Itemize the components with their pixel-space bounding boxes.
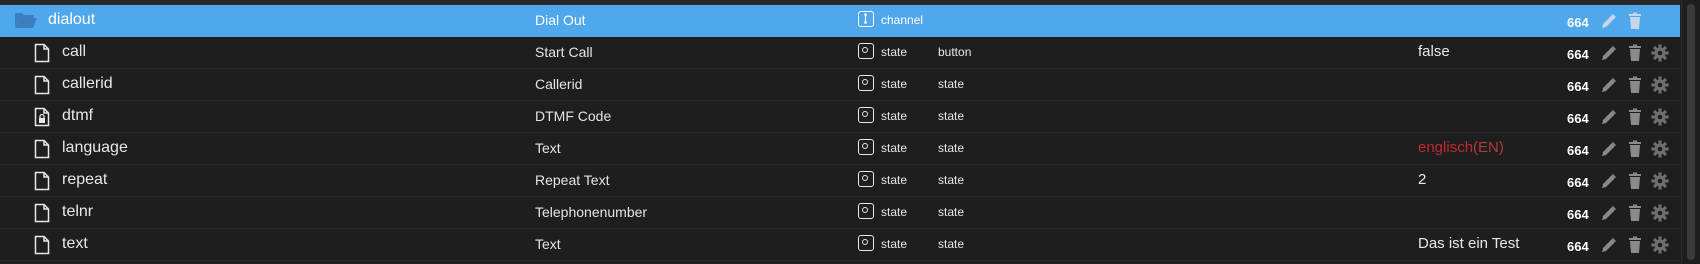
object-type: state xyxy=(881,141,908,155)
gear-icon[interactable] xyxy=(1651,172,1669,190)
tree-row-dtmf[interactable]: dtmf DTMF Code state state 664 xyxy=(0,101,1680,133)
object-role: state xyxy=(938,77,965,91)
tree-row-telnr[interactable]: telnr Telephonenumber state state 664 xyxy=(0,197,1680,229)
object-value[interactable]: false xyxy=(1418,43,1450,60)
edit-icon[interactable] xyxy=(1600,108,1618,126)
tree-row-language[interactable]: language Text state state englisch(EN) 6… xyxy=(0,133,1680,165)
state-type-icon xyxy=(858,235,874,251)
permissions-value: 664 xyxy=(1567,15,1589,30)
permissions-value: 664 xyxy=(1567,239,1589,254)
object-type: state xyxy=(881,109,908,123)
object-role: state xyxy=(938,141,965,155)
file-lock-icon xyxy=(34,107,54,127)
delete-icon[interactable] xyxy=(1626,172,1644,190)
object-id[interactable]: telnr xyxy=(62,203,93,221)
object-description: Text xyxy=(535,140,561,156)
edit-icon[interactable] xyxy=(1600,140,1618,158)
tree-row-dialout[interactable]: dialout Dial Out channel 664 xyxy=(0,5,1680,37)
state-type-icon xyxy=(858,75,874,91)
object-description: Repeat Text xyxy=(535,172,610,188)
state-type-icon xyxy=(858,203,874,219)
object-value[interactable]: englisch(EN) xyxy=(1418,139,1504,156)
state-type-icon xyxy=(858,139,874,155)
tree-row-call[interactable]: call Start Call state button false 664 xyxy=(0,37,1680,69)
object-description: Dial Out xyxy=(535,12,586,28)
object-type: state xyxy=(881,45,908,59)
state-type-icon xyxy=(858,171,874,187)
object-description: Start Call xyxy=(535,44,593,60)
delete-icon[interactable] xyxy=(1626,76,1644,94)
state-type-icon xyxy=(858,43,874,59)
permissions-value: 664 xyxy=(1567,47,1589,62)
object-id[interactable]: dtmf xyxy=(62,107,93,125)
object-description: DTMF Code xyxy=(535,108,612,124)
value-state-suffix: (EN) xyxy=(1473,139,1504,156)
gear-icon[interactable] xyxy=(1651,44,1669,62)
file-icon xyxy=(34,75,54,95)
scrollbar-thumb[interactable] xyxy=(1687,4,1695,260)
file-icon xyxy=(34,171,54,191)
tree-row-callerid[interactable]: callerid Callerid state state 664 xyxy=(0,69,1680,101)
gear-icon[interactable] xyxy=(1651,76,1669,94)
delete-icon[interactable] xyxy=(1626,140,1644,158)
object-id[interactable]: repeat xyxy=(62,171,107,189)
object-id[interactable]: dialout xyxy=(48,11,95,29)
channel-type-icon xyxy=(858,11,874,27)
file-icon xyxy=(34,43,54,63)
object-id[interactable]: call xyxy=(62,43,86,61)
delete-icon[interactable] xyxy=(1626,108,1644,126)
object-description: Telephonenumber xyxy=(535,204,648,220)
object-description: Text xyxy=(535,236,561,252)
object-id[interactable]: language xyxy=(62,139,128,157)
edit-icon[interactable] xyxy=(1600,76,1618,94)
object-id[interactable]: text xyxy=(62,235,88,253)
object-type: state xyxy=(881,205,908,219)
permissions-value: 664 xyxy=(1567,79,1589,94)
file-icon xyxy=(34,203,54,223)
edit-icon[interactable] xyxy=(1600,12,1618,30)
object-description: Callerid xyxy=(535,76,583,92)
object-value[interactable]: Das ist ein Test xyxy=(1418,235,1519,252)
object-role: state xyxy=(938,109,965,123)
gear-icon[interactable] xyxy=(1651,204,1669,222)
edit-icon[interactable] xyxy=(1600,236,1618,254)
object-role: button xyxy=(938,45,972,59)
permissions-value: 664 xyxy=(1567,207,1589,222)
object-role: state xyxy=(938,205,965,219)
gear-icon[interactable] xyxy=(1651,108,1669,126)
delete-icon[interactable] xyxy=(1626,12,1644,30)
delete-icon[interactable] xyxy=(1626,204,1644,222)
delete-icon[interactable] xyxy=(1626,236,1644,254)
state-type-icon xyxy=(858,107,874,123)
object-role: state xyxy=(938,173,965,187)
edit-icon[interactable] xyxy=(1600,172,1618,190)
folder-open-icon[interactable] xyxy=(14,10,38,30)
object-tree: dialout Dial Out channel 664 call Start … xyxy=(0,5,1680,261)
tree-row-text[interactable]: text Text state state Das ist ein Test 6… xyxy=(0,229,1680,261)
file-icon xyxy=(34,139,54,159)
object-type: channel xyxy=(881,13,924,27)
gear-icon[interactable] xyxy=(1651,236,1669,254)
gear-icon[interactable] xyxy=(1651,140,1669,158)
vertical-scrollbar[interactable] xyxy=(1681,0,1700,264)
object-role: state xyxy=(938,237,965,251)
file-icon xyxy=(34,235,54,255)
permissions-value: 664 xyxy=(1567,111,1589,126)
object-value[interactable]: 2 xyxy=(1418,171,1426,188)
permissions-value: 664 xyxy=(1567,143,1589,158)
edit-icon[interactable] xyxy=(1600,44,1618,62)
object-type: state xyxy=(881,173,908,187)
delete-icon[interactable] xyxy=(1626,44,1644,62)
object-type: state xyxy=(881,237,908,251)
tree-row-repeat[interactable]: repeat Repeat Text state state 2 664 xyxy=(0,165,1680,197)
object-id[interactable]: callerid xyxy=(62,75,113,93)
object-type: state xyxy=(881,77,908,91)
permissions-value: 664 xyxy=(1567,175,1589,190)
edit-icon[interactable] xyxy=(1600,204,1618,222)
